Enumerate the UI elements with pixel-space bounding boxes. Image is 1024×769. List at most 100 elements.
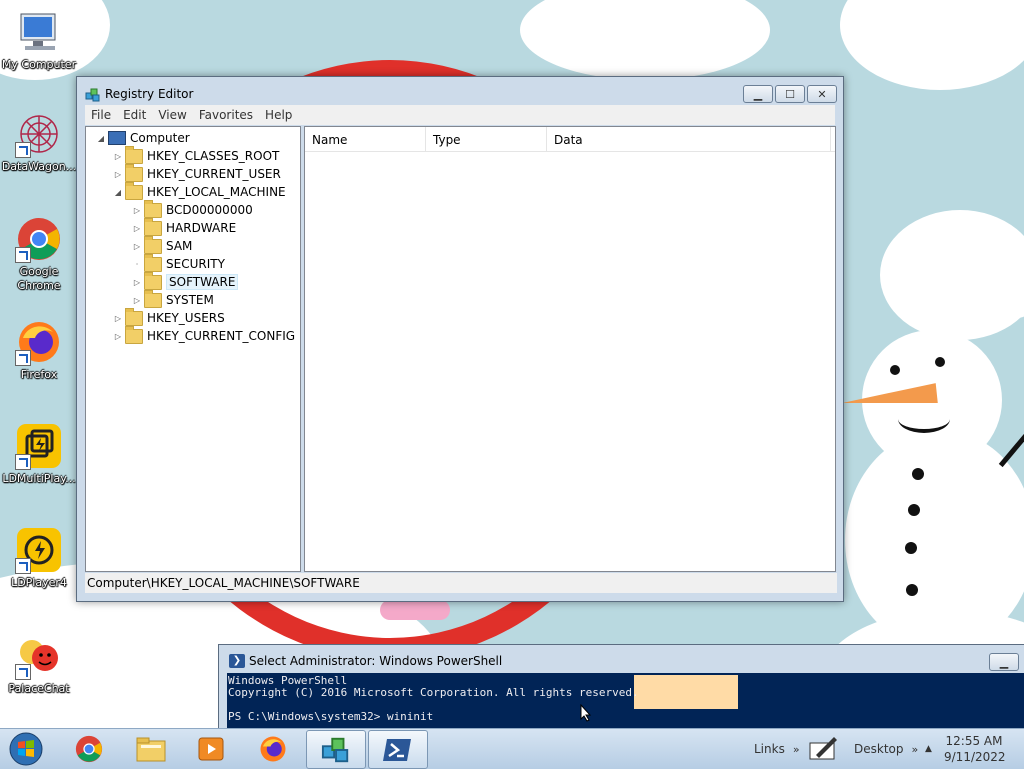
close-button[interactable]: ✕ xyxy=(807,85,837,103)
console-area[interactable]: Windows PowerShell Copyright (C) 2016 Mi… xyxy=(227,673,1024,728)
tree-node-hkey-local-machine[interactable]: ◢ HKEY_LOCAL_MACHINE xyxy=(113,181,286,201)
desktop-label: Desktop xyxy=(854,742,904,756)
snowman-mouth xyxy=(898,405,950,433)
desktop-icon-ldmultiplayer[interactable]: LDMultiPlay... xyxy=(0,422,78,486)
tree-node-label: Computer xyxy=(130,131,190,145)
chevron-right-icon[interactable]: » xyxy=(793,743,800,756)
registry-editor-window[interactable]: Registry Editor ▁ ☐ ✕ File Edit View Fav… xyxy=(76,76,844,602)
regedit-icon xyxy=(321,737,349,762)
tree-node-sam[interactable]: ▷ SAM xyxy=(132,235,193,255)
tray-app-icon[interactable] xyxy=(808,729,840,769)
desktop-icon-label: LDPlayer4 xyxy=(11,576,67,589)
desktop: My Computer DataWagon... Google Chrome F… xyxy=(0,0,1024,728)
minimize-button[interactable]: ▁ xyxy=(743,85,773,103)
tree-node-hkey-current-config[interactable]: ▷ HKEY_CURRENT_CONFIG xyxy=(113,325,295,345)
menu-favorites[interactable]: Favorites xyxy=(193,108,259,122)
window-title: Select Administrator: Windows PowerShell xyxy=(249,654,503,668)
snowman-eye xyxy=(890,365,900,375)
minimize-button[interactable]: ▁ xyxy=(989,653,1019,671)
menu-help[interactable]: Help xyxy=(259,108,298,122)
taskbar-firefox[interactable] xyxy=(244,730,302,767)
minimize-icon: ▁ xyxy=(753,87,763,101)
values-list[interactable]: Name Type Data xyxy=(304,126,836,572)
tree-node-label: SAM xyxy=(166,239,193,253)
collapsed-arrow-icon[interactable]: ▷ xyxy=(132,206,142,215)
powershell-icon: ❯ xyxy=(229,654,245,668)
console-prompt[interactable]: PS C:\Windows\system32> wininit xyxy=(228,711,1024,723)
menu-edit[interactable]: Edit xyxy=(117,108,152,122)
chrome-icon xyxy=(15,215,63,263)
tree-node-hardware[interactable]: ▷ HARDWARE xyxy=(132,217,236,237)
ldmultiplayer-icon xyxy=(15,422,63,470)
column-header-name[interactable]: Name xyxy=(305,127,426,151)
tree-node-label: HKEY_CLASSES_ROOT xyxy=(147,149,280,163)
tree-node-software[interactable]: ▷ SOFTWARE xyxy=(132,271,239,291)
snowman-button xyxy=(906,584,918,596)
column-header-type[interactable]: Type xyxy=(426,127,547,151)
menu-file[interactable]: File xyxy=(85,108,117,122)
collapsed-arrow-icon[interactable]: ▷ xyxy=(113,332,123,341)
desktop-icon-ldplayer[interactable]: LDPlayer4 xyxy=(0,526,78,590)
tree-node-system[interactable]: ▷ SYSTEM xyxy=(132,289,214,309)
ldplayer-icon xyxy=(15,526,63,574)
taskbar: Links » Desktop » ▲ 12:55 AM 9/11/2022 xyxy=(0,728,1024,769)
tree-node-security[interactable]: · SECURITY xyxy=(132,253,225,273)
tree-node-label-selected: SOFTWARE xyxy=(166,274,239,290)
windows-logo-icon xyxy=(9,732,43,766)
taskbar-file-explorer[interactable] xyxy=(122,730,180,767)
collapsed-arrow-icon[interactable]: ▷ xyxy=(113,152,123,161)
taskbar-registry-editor[interactable] xyxy=(306,730,366,769)
maximize-icon: ☐ xyxy=(785,87,795,101)
collapsed-arrow-icon[interactable]: ▷ xyxy=(132,224,142,233)
snowman-arm xyxy=(998,417,1024,468)
column-header-data[interactable]: Data xyxy=(547,127,831,151)
expanded-arrow-icon[interactable]: ◢ xyxy=(113,188,123,197)
chevron-right-icon[interactable]: » xyxy=(912,743,919,756)
shortcut-arrow-icon xyxy=(15,350,31,366)
status-bar: Computer\HKEY_LOCAL_MACHINE\SOFTWARE xyxy=(85,573,837,593)
menu-bar: File Edit View Favorites Help xyxy=(85,105,835,125)
close-icon: ✕ xyxy=(817,87,827,101)
status-path: Computer\HKEY_LOCAL_MACHINE\SOFTWARE xyxy=(87,576,360,590)
taskbar-powershell[interactable] xyxy=(368,730,428,769)
folder-icon xyxy=(144,217,162,236)
collapsed-arrow-icon[interactable]: ▷ xyxy=(113,314,123,323)
menu-view[interactable]: View xyxy=(152,108,192,122)
desktop-icon-chrome[interactable]: Google Chrome xyxy=(0,215,78,293)
collapsed-arrow-icon[interactable]: ▷ xyxy=(132,278,142,287)
taskbar-media-player[interactable] xyxy=(182,730,240,767)
expanded-arrow-icon[interactable]: ◢ xyxy=(96,134,106,143)
collapsed-arrow-icon[interactable]: ▷ xyxy=(132,296,142,305)
shortcut-arrow-icon xyxy=(15,247,31,263)
tree-node-computer[interactable]: ◢ Computer xyxy=(96,129,190,147)
tree-node-hkey-classes-root[interactable]: ▷ HKEY_CLASSES_ROOT xyxy=(113,145,280,165)
minimize-icon: ▁ xyxy=(999,655,1009,669)
desktop-icon-label: My Computer xyxy=(1,58,77,71)
links-toolbar[interactable]: Links » xyxy=(754,729,800,769)
desktop-icon-palacechat[interactable]: PalaceChat xyxy=(0,632,78,696)
taskbar-chrome[interactable] xyxy=(60,730,118,767)
collapsed-arrow-icon[interactable]: ▷ xyxy=(113,170,123,179)
maximize-button[interactable]: ☐ xyxy=(775,85,805,103)
desktop-toolbar[interactable]: Desktop » xyxy=(854,729,918,769)
collapsed-arrow-icon[interactable]: ▷ xyxy=(132,242,142,251)
tree-node-bcd[interactable]: ▷ BCD00000000 xyxy=(132,199,253,219)
registry-tree[interactable]: ◢ Computer ▷ HKEY_CLASSES_ROOT ▷ HKEY_CU… xyxy=(85,126,301,572)
tree-node-label: HKEY_USERS xyxy=(147,311,225,325)
column-header-row: Name Type Data xyxy=(305,127,835,152)
console-line: Copyright (C) 2016 Microsoft Corporation… xyxy=(228,686,639,699)
tree-node-label: SECURITY xyxy=(166,257,225,271)
datawagon-icon xyxy=(15,110,63,158)
show-hidden-icons-icon[interactable]: ▲ xyxy=(925,729,932,769)
powershell-window[interactable]: ❯ Select Administrator: Windows PowerShe… xyxy=(218,644,1024,728)
tree-node-hkey-current-user[interactable]: ▷ HKEY_CURRENT_USER xyxy=(113,163,281,183)
desktop-icon-firefox[interactable]: Firefox xyxy=(0,318,78,382)
folder-icon xyxy=(144,289,162,308)
desktop-icon-my-computer[interactable]: My Computer xyxy=(0,8,78,72)
powershell-icon xyxy=(383,738,411,761)
tree-node-hkey-users[interactable]: ▷ HKEY_USERS xyxy=(113,307,225,327)
start-button[interactable] xyxy=(6,730,46,768)
clock[interactable]: 12:55 AM 9/11/2022 xyxy=(944,733,1006,765)
desktop-icon-datawagon[interactable]: DataWagon... xyxy=(0,110,78,174)
clock-date: 9/11/2022 xyxy=(944,750,1006,764)
